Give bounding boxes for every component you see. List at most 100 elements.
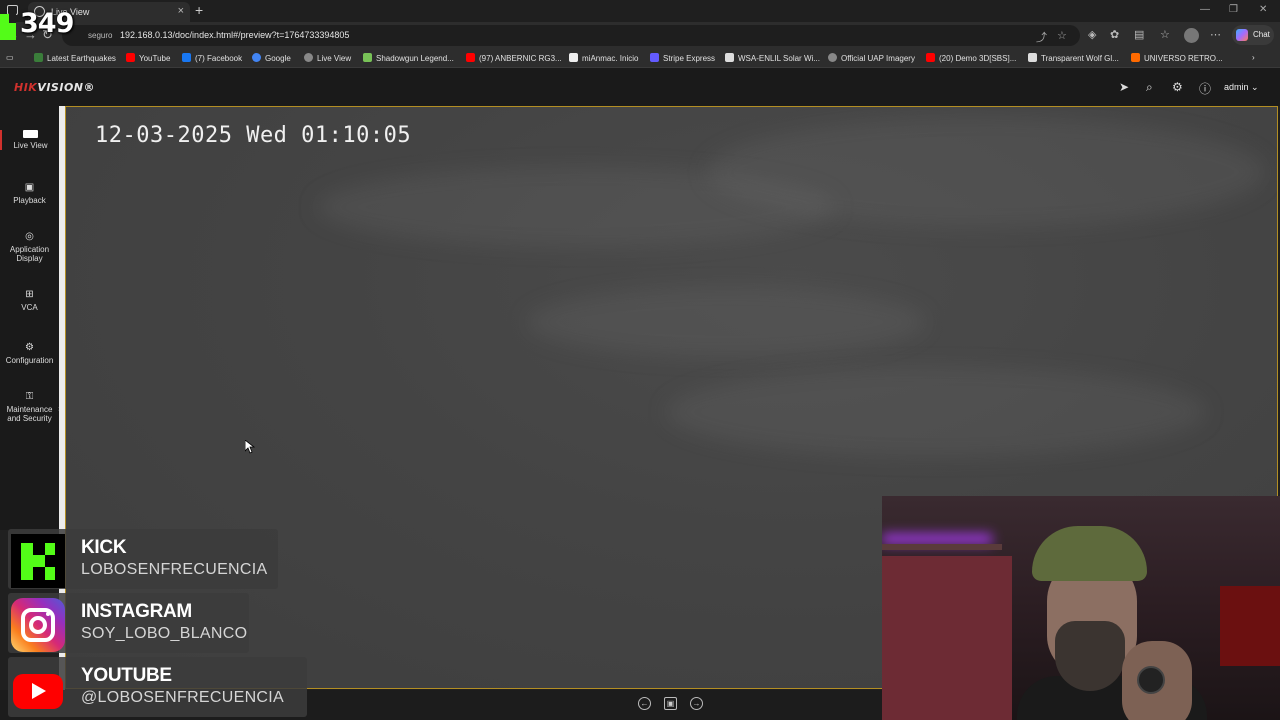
playback-icon: ▣	[24, 182, 35, 193]
profile-avatar[interactable]	[1184, 28, 1199, 43]
bookmark-item[interactable]: (97) ANBERNIC RG3...	[466, 53, 562, 63]
bookmark-item[interactable]: Shadowgun Legend...	[363, 53, 454, 63]
address-bar-row: ← → ↻ seguro 192.168.0.13/doc/index.html…	[0, 22, 1280, 49]
neon-light	[882, 534, 992, 544]
bookmark-label: (97) ANBERNIC RG3...	[479, 54, 562, 63]
google-icon	[252, 53, 261, 62]
bookmark-favicon-icon	[828, 53, 837, 62]
stripe-icon	[650, 53, 659, 62]
sidebar-item-maintenance-security[interactable]: ⚿ Maintenance and Security	[0, 392, 59, 424]
android-icon	[363, 53, 372, 62]
bookmark-favicon-icon	[34, 53, 43, 62]
previous-icon[interactable]: ←	[638, 697, 651, 710]
sidebar-item-configuration[interactable]: ⚙ Configuration	[0, 342, 59, 366]
bookmark-favicon-icon	[1131, 53, 1140, 62]
bookmark-label: Stripe Express	[663, 54, 716, 63]
close-window-icon[interactable]: ✕	[1259, 4, 1267, 15]
sidebar-item-playback[interactable]: ▣ Playback	[0, 182, 59, 206]
user-name: admin	[1224, 82, 1249, 92]
url-input[interactable]: seguro 192.168.0.13/doc/index.html#/prev…	[62, 25, 1080, 46]
bookmark-item[interactable]: UNIVERSO RETRO...	[1131, 53, 1223, 63]
hikvision-logo: HIKVISION®	[14, 81, 96, 94]
more-menu-icon[interactable]: ⋯	[1210, 28, 1221, 41]
kick-social-card: KICK LOBOSENFRECUENCIA	[8, 529, 278, 589]
sidebar-item-label: Configuration	[5, 356, 54, 365]
sidebar-item-vca[interactable]: ⊞ VCA	[0, 289, 59, 313]
user-menu[interactable]: admin ⌄	[1224, 82, 1259, 93]
bookmark-label: Live View	[317, 54, 352, 63]
bookmark-favicon-icon	[569, 53, 578, 62]
bookmark-item[interactable]: YouTube	[126, 53, 170, 63]
extensions-icon[interactable]: ✿	[1110, 28, 1119, 41]
social-handle: LOBOSENFRECUENCIA	[81, 561, 268, 578]
youtube-icon	[926, 53, 935, 62]
bookmark-item[interactable]: (7) Facebook	[182, 53, 242, 63]
sidebar-item-label: Maintenance and Security	[6, 405, 53, 423]
bookmark-item[interactable]: miAnmac. Inicio	[569, 53, 638, 63]
bookmark-star-icon[interactable]: ☆	[1057, 29, 1067, 42]
settings-icon[interactable]: ⚙	[1172, 80, 1183, 94]
sidebar-item-live-view[interactable]: Live View	[0, 130, 59, 150]
sidebar-item-label: VCA	[21, 303, 38, 312]
sidebar-item-label: Live View	[13, 141, 48, 150]
live-view-icon	[23, 130, 38, 138]
bookmark-label: UNIVERSO RETRO...	[1144, 54, 1223, 63]
url-text[interactable]: 192.168.0.13/doc/index.html#/preview?t=1…	[120, 30, 349, 40]
new-tab-icon[interactable]: +	[195, 2, 203, 18]
social-name: KICK	[81, 537, 127, 558]
next-icon[interactable]: →	[690, 697, 703, 710]
tab-close-icon[interactable]: ×	[178, 5, 184, 17]
mouse-cursor-icon	[245, 440, 255, 454]
fullscreen-icon[interactable]: ▣	[664, 697, 677, 710]
gear-icon: ⚙	[25, 342, 34, 353]
bookmark-item[interactable]: Google	[252, 53, 291, 63]
bookmark-item[interactable]: Live View	[304, 53, 351, 63]
youtube-icon	[466, 53, 475, 62]
social-handle: @LOBOSENFRECUENCIA	[81, 689, 285, 706]
bookmark-label: (20) Demo 3D[SBS]...	[939, 54, 1017, 63]
watch	[1137, 666, 1165, 694]
bookmark-favicon-icon	[1028, 53, 1037, 62]
cloud	[706, 117, 1266, 227]
more-bookmarks-chevron-icon[interactable]: ›	[1252, 53, 1255, 62]
bookmarks-bar: ▭ Latest Earthquakes YouTube (7) Faceboo…	[0, 49, 1280, 68]
minimize-icon[interactable]: —	[1200, 4, 1210, 15]
facebook-icon	[182, 53, 191, 62]
viewer-count: 349	[20, 8, 74, 39]
bookmarks-menu-icon[interactable]: ▭	[6, 53, 14, 62]
extension-shield-icon[interactable]: ◈	[1088, 28, 1096, 41]
bookmark-item[interactable]: WSA-ENLIL Solar Wi...	[725, 53, 820, 63]
bookmark-label: WSA-ENLIL Solar Wi...	[738, 54, 820, 63]
cloud	[666, 367, 1206, 457]
favorites-icon[interactable]: ☆	[1160, 28, 1170, 41]
sidebar-item-label: Application Display	[9, 245, 50, 263]
bookmark-item[interactable]: Stripe Express	[650, 53, 715, 63]
bookmark-item[interactable]: Transparent Wolf Gl...	[1028, 53, 1119, 63]
kick-logo-icon	[0, 14, 16, 40]
bookmark-label: miAnmac. Inicio	[582, 54, 639, 63]
info-icon[interactable]: ⓘ	[1199, 80, 1211, 97]
shelf	[882, 544, 1002, 550]
restore-icon[interactable]: ❐	[1229, 4, 1238, 15]
bookmark-item[interactable]: (20) Demo 3D[SBS]...	[926, 53, 1016, 63]
bookmark-item[interactable]: Official UAP Imagery	[828, 53, 915, 63]
collections-icon[interactable]: ▤	[1134, 28, 1144, 41]
copilot-chat-button[interactable]: Chat	[1232, 25, 1274, 45]
sidebar-item-application-display[interactable]: ◎ Application Display	[0, 232, 59, 264]
social-name: INSTAGRAM	[81, 601, 192, 622]
hikvision-sidebar: Live View ▣ Playback ◎ Application Displ…	[0, 106, 59, 530]
social-name: YOUTUBE	[81, 665, 172, 686]
hikvision-header: HIKVISION® ➤ ⌕ ⚙ ⓘ admin ⌄	[0, 68, 1280, 106]
webcam-overlay	[882, 496, 1280, 720]
cloud	[526, 287, 926, 357]
youtube-icon	[126, 53, 135, 62]
bookmark-label: Transparent Wolf Gl...	[1041, 54, 1119, 63]
send-icon[interactable]: ➤	[1119, 80, 1129, 94]
instagram-logo-icon	[11, 598, 65, 652]
vca-icon: ⊞	[25, 289, 34, 300]
bookmark-item[interactable]: Latest Earthquakes	[34, 53, 116, 63]
bookmark-label: Official UAP Imagery	[841, 54, 915, 63]
share-icon[interactable]: ⤴	[1036, 29, 1047, 45]
search-icon[interactable]: ⌕	[1146, 80, 1153, 95]
browser-tab-bar: Live View × + — ❐ ✕	[0, 0, 1280, 22]
